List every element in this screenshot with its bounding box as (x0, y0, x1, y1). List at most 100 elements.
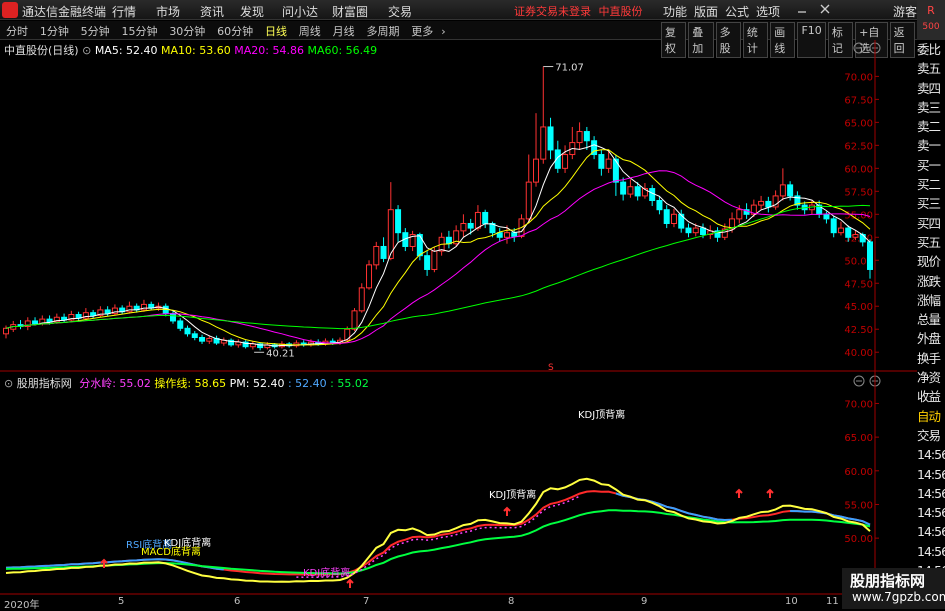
watermark-title: 股朋指标网 (850, 572, 926, 590)
sidebar-item[interactable]: 委比 (917, 40, 945, 59)
period-tab-more[interactable]: 更多 › (411, 23, 453, 39)
period-tab-more-label: 更多 (411, 25, 434, 38)
buy-arrow-icon (766, 488, 774, 498)
sidebar-item[interactable]: 买三 (917, 194, 945, 213)
candle-body (199, 336, 206, 342)
period-tab-daily[interactable]: 日线 (265, 23, 287, 39)
period-tabs: 分时 1分钟 5分钟 15分钟 30分钟 60分钟 日线 周线 月线 多周期 更… (6, 23, 462, 39)
sidebar-item[interactable]: 外盘 (917, 329, 945, 348)
candle-body (474, 211, 481, 229)
candle-body (656, 200, 663, 211)
current-stock-name: 中直股份 (598, 5, 643, 18)
title-bar: 通达信金融终端 行情 市场 资讯 发现 问小达 财富圈 交易 证券交易未登录 中… (0, 0, 945, 20)
sidebar-item[interactable]: 买五 (917, 233, 945, 252)
y-tick-label: 62.50 (844, 141, 873, 152)
menu-item-layout[interactable]: 版面 (694, 3, 725, 20)
candle-body (177, 320, 184, 329)
sidebar-item[interactable]: 总量 (917, 310, 945, 329)
guest-button[interactable]: 游客 (893, 3, 917, 20)
sidebar-item[interactable]: 卖四 (917, 79, 945, 98)
period-tab-multi[interactable]: 多周期 (366, 23, 399, 39)
sidebar-item[interactable]: 买一 (917, 156, 945, 175)
indicator-yellow-line (5, 477, 871, 583)
indicator-y-tick-label: 60.00 (844, 467, 873, 478)
y-tick-label: 65.00 (844, 118, 873, 129)
sidebar-item[interactable]: 涨幅 (917, 291, 945, 310)
main-menu: 行情 市场 资讯 发现 问小达 财富圈 交易 (112, 3, 422, 20)
menu-item-markets[interactable]: 市场 (156, 3, 190, 20)
time-label: 7 (363, 596, 370, 607)
menu-item-wealth-circle[interactable]: 财富圈 (332, 3, 376, 20)
period-tab-weekly[interactable]: 周线 (299, 23, 321, 39)
candle-body (482, 211, 489, 224)
y-tick-label: 40.00 (844, 348, 873, 359)
candle-body (823, 213, 830, 220)
candle-body (845, 227, 852, 238)
period-tab-30min[interactable]: 30分钟 (169, 23, 205, 39)
candle-body (169, 313, 176, 322)
candle-body (366, 264, 373, 289)
sidebar-item[interactable]: 换手 (917, 349, 945, 368)
menu-item-ask[interactable]: 问小达 (282, 3, 326, 20)
indicator-y-tick-label: 55.00 (844, 500, 873, 511)
period-tab-5min[interactable]: 5分钟 (81, 23, 110, 39)
sidebar-item: 14:56 (917, 447, 945, 463)
buy-arrow-icon (503, 506, 511, 516)
r-badge-letter: R (927, 4, 935, 17)
sidebar-item[interactable]: 涨跌 (917, 272, 945, 291)
y-tick-label: 70.00 (844, 72, 873, 83)
candle-body (867, 241, 873, 270)
menu-item-news[interactable]: 资讯 (200, 3, 234, 20)
sidebar-item[interactable]: 净资 (917, 368, 945, 387)
low-price-label: 40.21 (266, 348, 295, 359)
y-tick-label: 42.50 (844, 325, 873, 336)
candle-body (583, 131, 590, 142)
menu-item-market[interactable]: 行情 (112, 3, 146, 20)
close-icon[interactable] (818, 2, 832, 16)
sidebar-item: 交易 (917, 427, 941, 443)
menu-item-discover[interactable]: 发现 (240, 3, 274, 20)
period-tab-intraday[interactable]: 分时 (6, 23, 28, 39)
sidebar-item[interactable]: 卖五 (917, 59, 945, 78)
watermark-badge: 股朋指标网 www.7gpzb.com (842, 568, 945, 609)
candle-body (191, 333, 198, 338)
sidebar-item[interactable]: 现价 (917, 252, 945, 271)
kline-chart[interactable]: 70.0067.5065.0062.5060.0057.5055.0052.50… (0, 40, 917, 609)
period-tab-monthly[interactable]: 月线 (333, 23, 355, 39)
time-label: 8 (508, 596, 515, 607)
period-tab-15min[interactable]: 15分钟 (121, 23, 157, 39)
period-toolbar: 分时 1分钟 5分钟 15分钟 30分钟 60分钟 日线 周线 月线 多周期 更… (0, 21, 917, 58)
candle-body (758, 200, 765, 206)
candle-body (547, 126, 554, 151)
sidebar-item[interactable]: 卖三 (917, 98, 945, 117)
candle-body (685, 227, 692, 234)
period-tab-60min[interactable]: 60分钟 (217, 23, 253, 39)
sidebar-item: 14:56 (917, 485, 945, 501)
watermark-url: www.7gpzb.com (852, 590, 945, 604)
period-tab-1min[interactable]: 1分钟 (40, 23, 69, 39)
sidebar-item[interactable]: 收益 (917, 387, 945, 406)
sidebar-item[interactable]: 买四 (917, 214, 945, 233)
sidebar-item[interactable]: 卖二 (917, 117, 945, 136)
login-status[interactable]: 证券交易未登录 中直股份 (514, 3, 643, 19)
candle-body (830, 218, 837, 234)
candle-body (620, 181, 627, 195)
menu-item-trade[interactable]: 交易 (388, 3, 422, 20)
menu-item-function[interactable]: 功能 (663, 3, 694, 20)
menu-item-formula[interactable]: 公式 (725, 3, 756, 20)
minimize-icon[interactable] (795, 2, 809, 16)
r-badge[interactable]: R 500 (917, 0, 945, 40)
sidebar-item[interactable]: 卖一 (917, 136, 945, 155)
candle-body (46, 318, 53, 323)
menu-item-options[interactable]: 选项 (756, 3, 787, 20)
indicator-magenta-dotted (296, 495, 580, 578)
candle-body (358, 287, 365, 312)
candle-body (525, 181, 532, 220)
candle-body (424, 255, 431, 270)
divergence-annotation: KDJ底背离 (303, 566, 350, 579)
app-logo-icon (2, 2, 18, 18)
candle-body (700, 227, 707, 236)
sidebar-item[interactable]: 买二 (917, 175, 945, 194)
candle-body (496, 232, 503, 238)
candle-body (533, 158, 540, 183)
